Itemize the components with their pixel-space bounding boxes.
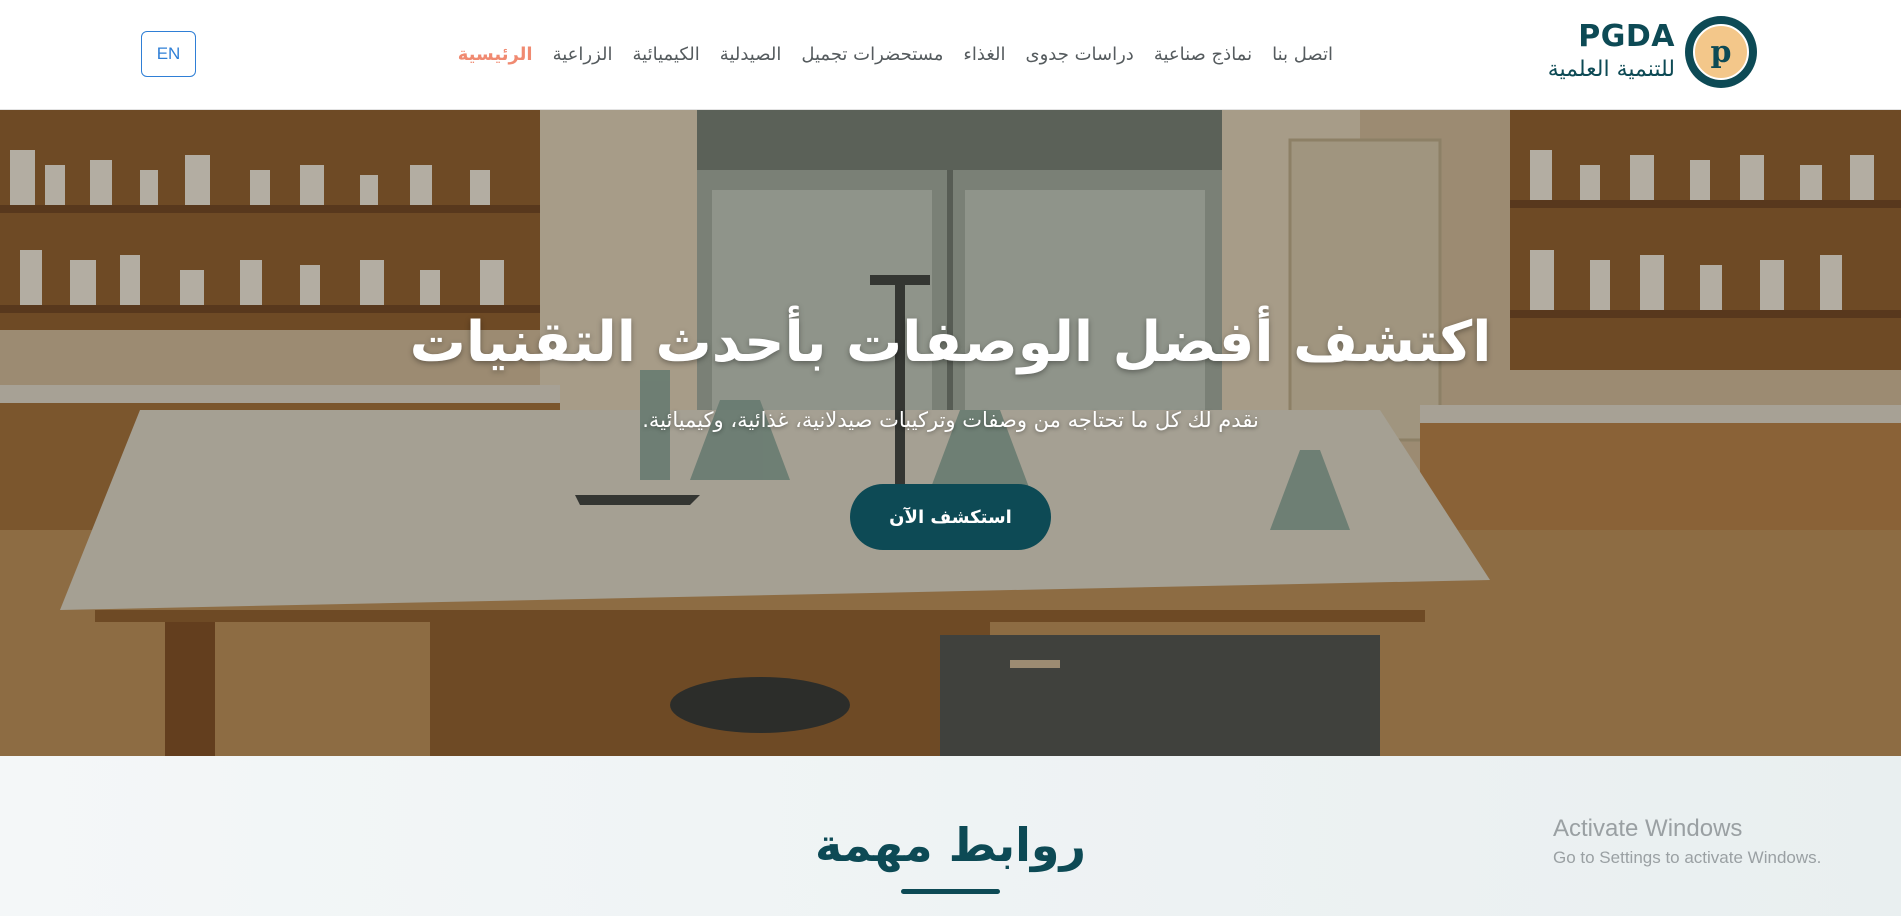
brand-text: PGDA للتنمية العلمية xyxy=(1548,19,1675,85)
watermark-subtitle: Go to Settings to activate Windows. xyxy=(1553,848,1822,867)
logo-emblem: p xyxy=(1693,24,1749,80)
nav-item-home[interactable]: الرئيسية xyxy=(458,44,533,65)
main-nav: الرئيسية الزراعية الكيميائية الصيدلية مس… xyxy=(458,0,1333,108)
brand-name: PGDA xyxy=(1578,19,1675,54)
activate-windows-watermark: Activate Windows Go to Settings to activ… xyxy=(1553,814,1821,870)
language-toggle-button[interactable]: EN xyxy=(141,31,196,77)
hero-banner: اكتشف أفضل الوصفات بأحدث التقنيات نقدم ل… xyxy=(0,110,1901,756)
nav-item-chemical[interactable]: الكيميائية xyxy=(633,44,700,65)
hero-title: اكتشف أفضل الوصفات بأحدث التقنيات xyxy=(409,310,1492,375)
brand[interactable]: PGDA للتنمية العلمية p xyxy=(1548,16,1757,88)
site-header: PGDA للتنمية العلمية p الرئيسية الزراعية… xyxy=(0,0,1901,110)
nav-item-pharmacy[interactable]: الصيدلية xyxy=(720,44,782,65)
hero-subtitle: نقدم لك كل ما تحتاجه من وصفات وتركيبات ص… xyxy=(642,408,1259,432)
company-logo[interactable]: p xyxy=(1685,16,1757,88)
hero-dim-overlay xyxy=(0,110,1901,756)
nav-item-feasibility[interactable]: دراسات جدوى xyxy=(1026,44,1134,65)
nav-item-contact[interactable]: اتصل بنا xyxy=(1272,44,1333,65)
nav-item-agriculture[interactable]: الزراعية xyxy=(553,44,613,65)
nav-item-cosmetics[interactable]: مستحضرات تجميل xyxy=(801,44,943,65)
watermark-title: Activate Windows xyxy=(1553,815,1743,842)
nav-item-food[interactable]: الغذاء xyxy=(963,44,1005,65)
nav-item-industrial-models[interactable]: نماذج صناعية xyxy=(1154,44,1252,65)
title-underline xyxy=(901,889,1000,894)
brand-subtitle: للتنمية العلمية xyxy=(1547,57,1675,82)
explore-now-button[interactable]: استكشف الآن xyxy=(850,484,1051,550)
